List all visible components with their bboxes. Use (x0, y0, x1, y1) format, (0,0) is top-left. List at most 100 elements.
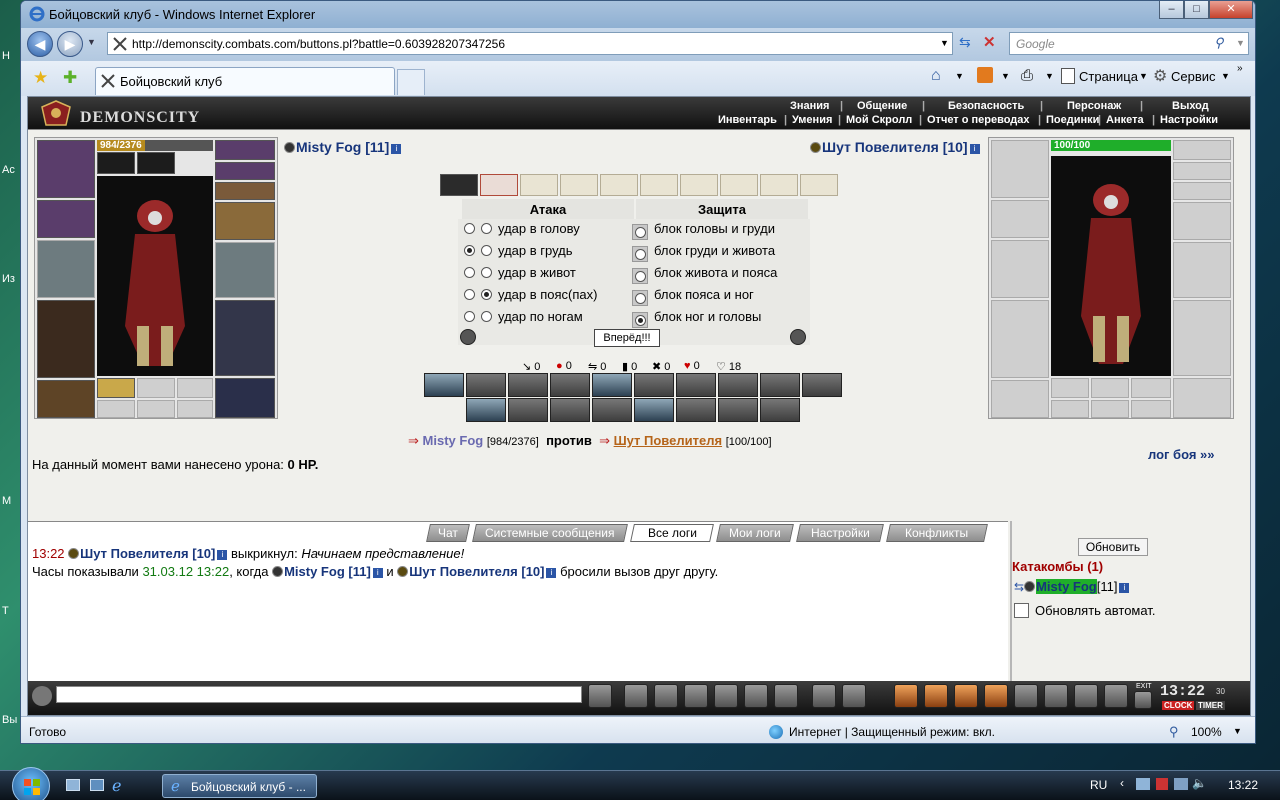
scroll-slot[interactable] (800, 174, 838, 196)
info-icon[interactable]: i (1119, 583, 1130, 593)
toolbar-icon[interactable] (894, 684, 918, 708)
menu-inventory[interactable]: Инвентарь (718, 114, 777, 126)
ring-slot[interactable] (137, 152, 175, 174)
attack-belly[interactable]: удар в живот (464, 265, 576, 280)
skill-button[interactable] (508, 398, 548, 422)
skill-button[interactable] (592, 373, 632, 397)
menu-my-scroll[interactable]: Мой Скролл (846, 114, 912, 126)
player-name[interactable]: Misty Fog [11] (296, 139, 389, 155)
start-button[interactable] (12, 767, 50, 800)
url-field[interactable]: http://demonscity.combats.com/buttons.pl… (107, 32, 953, 55)
timer-label[interactable]: TIMER (1196, 701, 1225, 710)
auto-refresh-checkbox[interactable] (1014, 603, 1029, 618)
attack-radio[interactable] (481, 245, 492, 256)
msg-name[interactable]: Шут Повелителя [10] (80, 546, 215, 561)
scroll-slot[interactable] (560, 174, 598, 196)
tray-icon[interactable] (1156, 778, 1168, 790)
menu-exit[interactable]: Выход (1172, 100, 1209, 112)
menu-skills[interactable]: Умения (792, 114, 832, 126)
forward-button[interactable]: ▶ (57, 31, 83, 57)
skill-button[interactable] (508, 373, 548, 397)
defense-radio[interactable] (634, 271, 646, 282)
close-button[interactable]: ✕ (1209, 1, 1253, 19)
chevron-more-icon[interactable]: » (1237, 63, 1243, 74)
gloves-slot[interactable] (215, 202, 275, 240)
toolbar-icon[interactable] (1044, 684, 1068, 708)
toolbar-icon[interactable] (924, 684, 948, 708)
skill-button[interactable] (718, 373, 758, 397)
attack-head[interactable]: удар в голову (464, 221, 580, 236)
send-icon[interactable] (588, 684, 612, 708)
rss-dropdown-icon[interactable]: ▼ (1001, 71, 1010, 81)
search-dropdown-icon[interactable]: ▼ (1236, 38, 1245, 48)
shield-slot[interactable] (215, 242, 275, 298)
info-icon[interactable]: i (217, 550, 228, 560)
add-favorites-icon[interactable]: ✚ (63, 68, 77, 88)
attack-chest[interactable]: удар в грудь (464, 243, 573, 258)
skill-button[interactable] (634, 373, 674, 397)
tools-dropdown-icon[interactable]: ▼ (1221, 71, 1230, 81)
skill-button[interactable] (466, 398, 506, 422)
weapon-slot[interactable] (37, 240, 95, 298)
sound-icon[interactable] (774, 684, 798, 708)
defense-radio[interactable] (634, 293, 646, 304)
scroll-slot[interactable] (480, 174, 518, 196)
eraser-icon[interactable] (624, 684, 648, 708)
tab-conflicts[interactable]: Конфликты (886, 524, 988, 542)
skill-button[interactable] (760, 373, 800, 397)
skill-button[interactable] (802, 373, 842, 397)
scroll-slot[interactable] (760, 174, 798, 196)
scroll-slot[interactable] (520, 174, 558, 196)
tab-my-logs[interactable]: Мои логи (716, 524, 794, 542)
attack-radio[interactable] (464, 267, 475, 278)
scroll-slot[interactable] (640, 174, 678, 196)
attack-legs[interactable]: удар по ногам (464, 309, 583, 324)
defense-belly-waist[interactable]: блок живота и пояса (632, 265, 777, 284)
amulet-slot[interactable] (215, 140, 275, 160)
menu-profile[interactable]: Анкета (1106, 114, 1144, 126)
language-indicator[interactable]: RU (1090, 778, 1107, 792)
skill-button[interactable] (676, 373, 716, 397)
empty-slot[interactable] (177, 400, 213, 418)
attack-radio[interactable] (481, 289, 492, 300)
attack-radio[interactable] (481, 311, 492, 322)
tab-settings[interactable]: Настройки (796, 524, 884, 542)
toolbar-icon[interactable] (984, 684, 1008, 708)
menu-transfers[interactable]: Отчет о переводах (927, 114, 1030, 126)
menu-character[interactable]: Персонаж (1067, 100, 1121, 112)
tab-system[interactable]: Системные сообщения (472, 524, 628, 542)
defense-radio[interactable] (634, 227, 646, 238)
helmet-slot[interactable] (37, 140, 95, 198)
attack-waist[interactable]: удар в пояс(пах) (464, 287, 597, 302)
clock-label[interactable]: CLOCK (1162, 701, 1195, 710)
home-icon[interactable]: ⌂ (931, 67, 941, 85)
msg-name[interactable]: Шут Повелителя [10] (409, 564, 544, 579)
character-icon[interactable] (714, 684, 738, 708)
network-icon[interactable] (1136, 778, 1150, 790)
menu-fights[interactable]: Поединки (1046, 114, 1099, 126)
toolbar-icon[interactable] (954, 684, 978, 708)
back-button[interactable]: ◀ (27, 31, 53, 57)
tab-chat[interactable]: Чат (426, 524, 470, 542)
volume-icon[interactable]: 🔈 (1192, 776, 1207, 790)
empty-slot[interactable] (137, 400, 175, 418)
legs-slot[interactable] (215, 300, 275, 376)
ie-quicklaunch-icon[interactable]: ℯ (112, 776, 121, 796)
skill-button[interactable] (466, 373, 506, 397)
chat-input[interactable] (56, 686, 582, 703)
skill-button[interactable] (634, 398, 674, 422)
exit-icon[interactable] (1134, 691, 1152, 709)
save-icon[interactable] (684, 684, 708, 708)
new-tab-button[interactable] (397, 69, 425, 95)
skill-button[interactable] (424, 373, 464, 397)
minimize-button[interactable]: – (1159, 1, 1184, 19)
defense-legs-head[interactable]: блок ног и головы (632, 309, 761, 328)
vs-opponent[interactable]: Шут Повелителя (614, 433, 722, 448)
switch-windows-icon[interactable] (90, 779, 104, 791)
attack-radio[interactable] (464, 223, 475, 234)
maximize-button[interactable]: □ (1184, 1, 1209, 19)
taskbar-clock[interactable]: 13:22 (1228, 778, 1258, 792)
vs-player[interactable]: Misty Fog (423, 433, 484, 448)
item-slot[interactable] (97, 378, 135, 398)
skill-button[interactable] (718, 398, 758, 422)
